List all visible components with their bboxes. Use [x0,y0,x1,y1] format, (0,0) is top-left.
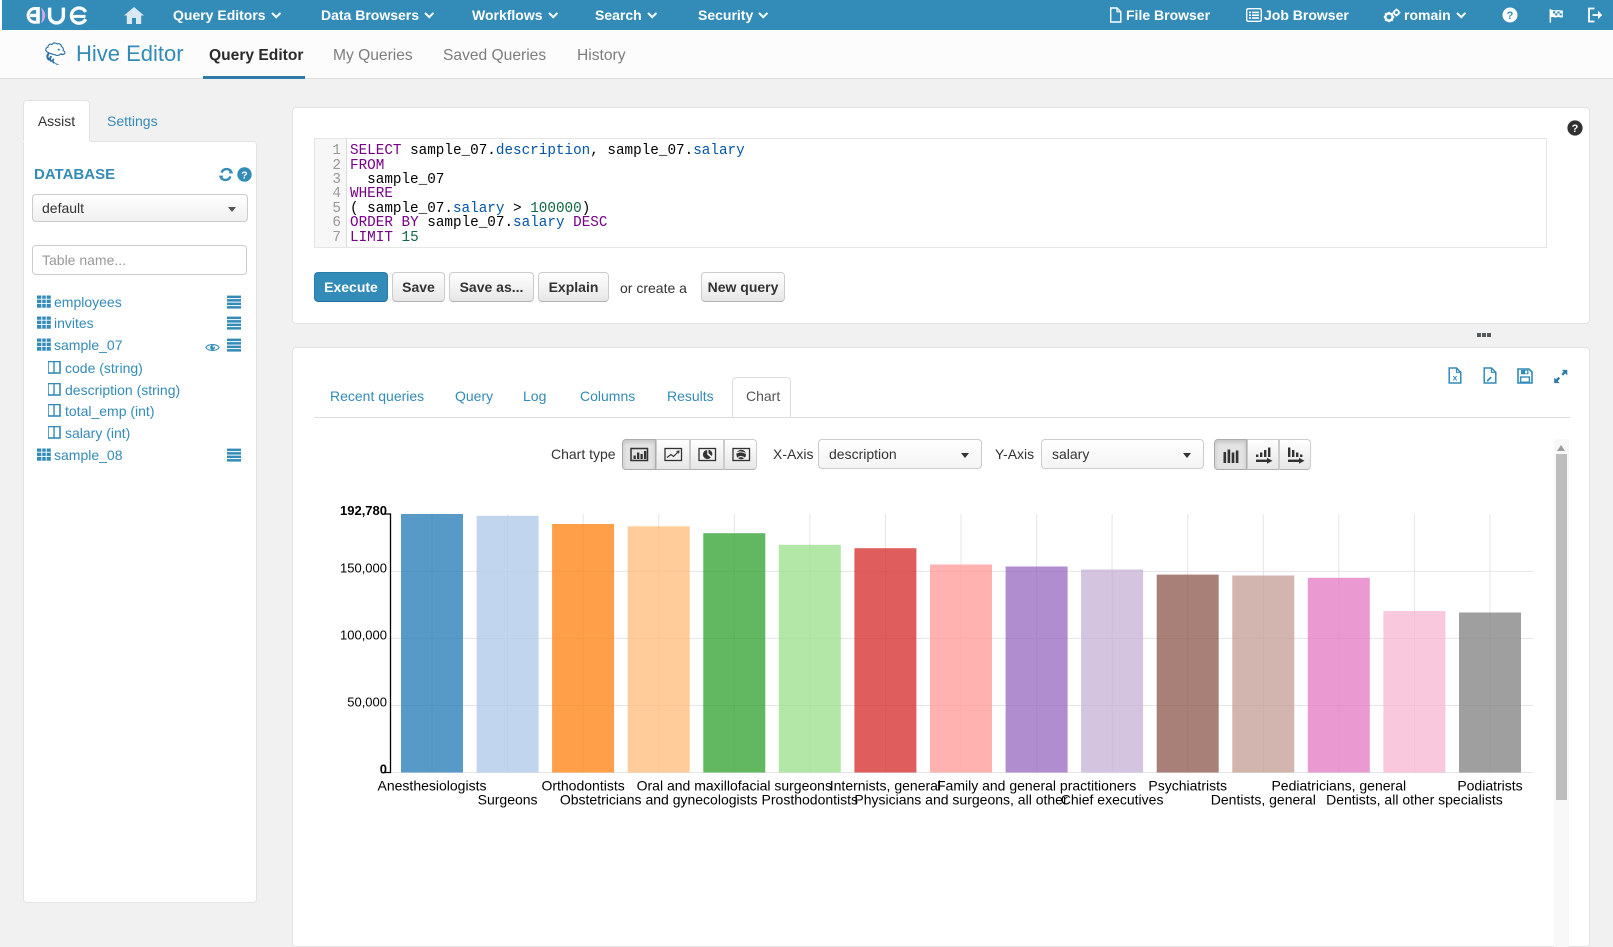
svg-text:?: ? [1572,123,1579,135]
svg-text:192,780: 192,780 [340,503,387,518]
svg-text:0: 0 [380,762,387,777]
svg-text:50,000: 50,000 [347,695,387,710]
svg-text:x: x [1453,373,1458,383]
svg-text:Dentists, all other specialist: Dentists, all other specialists [1326,792,1503,808]
svg-text:Surgeons: Surgeons [478,792,538,808]
svg-text:?: ? [241,169,247,181]
svg-text:Obstetricians and gynecologist: Obstetricians and gynecologists [560,792,758,808]
svg-text:?: ? [1507,10,1514,22]
svg-text:Dentists, general: Dentists, general [1211,792,1316,808]
svg-text:Prosthodontists: Prosthodontists [762,792,859,808]
svg-text:Physicians and surgeons, all o: Physicians and surgeons, all other [854,792,1068,808]
svg-text:150,000: 150,000 [340,561,387,576]
svg-text:100,000: 100,000 [340,628,387,643]
svg-text:Anesthesiologists: Anesthesiologists [378,778,487,794]
svg-text:Chief executives: Chief executives [1061,792,1164,808]
